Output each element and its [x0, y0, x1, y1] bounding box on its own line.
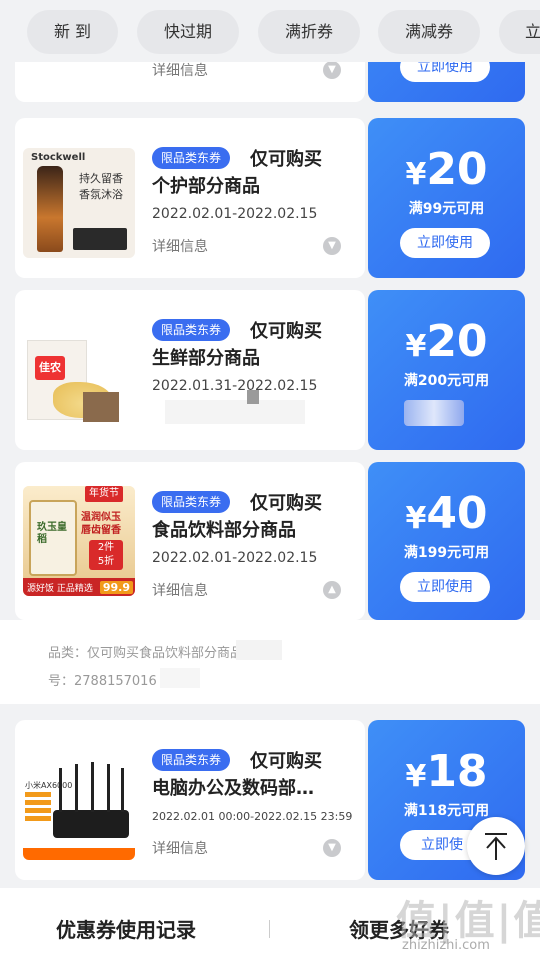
coupon-card: Stockwell 持久留香 香氛沐浴 限品类东券 仅可购买 个护部分商品 20… [15, 118, 525, 278]
coupon-card: mi 小米AX6000 限品类东券 仅可购买 电脑办公及数码部… 2022.02… [15, 720, 525, 880]
coupon-title: 仅可购买 [250, 751, 322, 772]
detail-link[interactable]: 详细信息 [152, 236, 208, 256]
coupon-card: 玖玉皇稻 年货节 温润似玉 唇齿留香 2件 5折 源好饭 正品精选 99.9 限… [15, 462, 525, 620]
detail-category: 品类：仅可购买食品饮料部分商品 [48, 646, 244, 661]
promo-text: 2件 [97, 542, 115, 553]
blurred-area [236, 640, 282, 660]
coupon-value-panel: ¥20 满200元可用 [368, 290, 525, 450]
coupon-detail-panel: 品类：仅可购买食品饮料部分商品 号：2788157016 [0, 620, 540, 704]
coupon-type-badge: 限品类东券 [152, 491, 231, 513]
promo-text: 5折 [97, 556, 115, 567]
coupon-value-panel: ¥40 满199元可用 立即使用 [368, 462, 525, 620]
coupon-condition: 满199元可用 [403, 545, 490, 561]
coupon-amount: ¥40 [405, 488, 488, 539]
bag-label: 玖玉皇稻 [37, 522, 67, 545]
coupon-type-badge: 限品类东券 [152, 319, 231, 341]
coupon-scope: 生鲜部分商品 [152, 348, 260, 369]
detail-link[interactable]: 详细信息 [152, 60, 208, 80]
price-tag: 99.9 [99, 581, 133, 594]
coupon-title: 仅可购买 [250, 321, 322, 342]
filter-tabs: 新 到 快过期 满折券 满减券 立 [0, 0, 540, 62]
footer-text: 源好饭 正品精选 [27, 584, 93, 594]
watermark-text: zhizhizhi.com [402, 938, 490, 953]
coupon-amount: ¥18 [405, 746, 488, 797]
model-label: 小米AX6000 [25, 781, 73, 790]
coupon-scope: 食品饮料部分商品 [152, 520, 296, 541]
chevron-down-icon[interactable]: ▼ [323, 839, 341, 857]
coupon-value-panel: ¥20 满99元可用 立即使用 [368, 118, 525, 278]
coupon-info: 佳农 限品类东券 仅可购买 生鲜部分商品 2022.01.31-2022.02.… [15, 290, 365, 450]
coupon-scope: 个护部分商品 [152, 176, 260, 197]
brand-logo: 佳农 [35, 356, 65, 380]
coupon-title: 仅可购买 [250, 149, 322, 170]
product-image: Stockwell 持久留香 香氛沐浴 [23, 148, 135, 258]
tab-new[interactable]: 新 到 [27, 10, 118, 54]
coupon-amount: ¥20 [405, 316, 488, 367]
detail-number: 号：2788157016 [48, 674, 157, 689]
use-now-button[interactable]: 立即使用 [400, 572, 490, 602]
tab-expiring[interactable]: 快过期 [137, 10, 239, 54]
product-image: 玖玉皇稻 年货节 温润似玉 唇齿留香 2件 5折 源好饭 正品精选 99.9 [23, 486, 135, 596]
product-image: 佳农 [23, 320, 135, 430]
detail-link[interactable]: 详细信息 [152, 838, 208, 858]
tab-discount[interactable]: 满折券 [258, 10, 360, 54]
use-now-button[interactable]: 立即使用 [400, 228, 490, 258]
product-text: 唇齿留香 [81, 525, 121, 536]
coupon-info: Stockwell 持久留香 香氛沐浴 限品类东券 仅可购买 个护部分商品 20… [15, 118, 365, 278]
validity-date: 2022.01.31-2022.02.15 [152, 378, 318, 394]
coupon-type-badge: 限品类东券 [152, 749, 231, 771]
divider [269, 920, 270, 938]
product-text: 香氛沐浴 [79, 188, 123, 201]
coupon-scope: 电脑办公及数码部… [152, 778, 314, 799]
arrow-up-icon [485, 833, 507, 860]
blurred-area [165, 400, 305, 424]
coupon-condition: 满200元可用 [403, 373, 490, 389]
coupon-title: 仅可购买 [250, 493, 322, 514]
scroll-to-top-button[interactable] [467, 817, 525, 875]
blurred-button [404, 400, 464, 426]
tab-more[interactable]: 立 [499, 10, 540, 54]
chevron-down-icon[interactable]: ▼ [323, 237, 341, 255]
coupon-info: mi 小米AX6000 限品类东券 仅可购买 电脑办公及数码部… 2022.02… [15, 720, 365, 880]
coupon-info: 玖玉皇稻 年货节 温润似玉 唇齿留香 2件 5折 源好饭 正品精选 99.9 限… [15, 462, 365, 620]
chevron-up-icon[interactable]: ▲ [323, 581, 341, 599]
coupon-card: 佳农 限品类东券 仅可购买 生鲜部分商品 2022.01.31-2022.02.… [15, 290, 525, 450]
coupon-condition: 满99元可用 [408, 201, 485, 217]
validity-date: 2022.02.01 00:00-2022.02.15 23:59 [152, 810, 353, 823]
coupon-amount: ¥20 [405, 144, 488, 195]
brand-label: Stockwell [31, 152, 86, 163]
product-text: 持久留香 [79, 172, 123, 185]
tab-reduction[interactable]: 满减券 [378, 10, 480, 54]
chevron-down-icon[interactable]: ▼ [323, 61, 341, 79]
coupon-type-badge: 限品类东券 [152, 147, 231, 169]
blurred-area [160, 668, 200, 688]
blurred-area [247, 390, 259, 404]
site-watermark: 值|值|值 zhizhizhi.com [392, 888, 540, 960]
product-image: mi 小米AX6000 [23, 750, 135, 860]
validity-date: 2022.02.01-2022.02.15 [152, 206, 318, 222]
validity-date: 2022.02.01-2022.02.15 [152, 550, 318, 566]
coupon-history-button[interactable]: 优惠券使用记录 [56, 914, 196, 943]
promo-badge: 年货节 [85, 486, 123, 502]
detail-link[interactable]: 详细信息 [152, 580, 208, 600]
